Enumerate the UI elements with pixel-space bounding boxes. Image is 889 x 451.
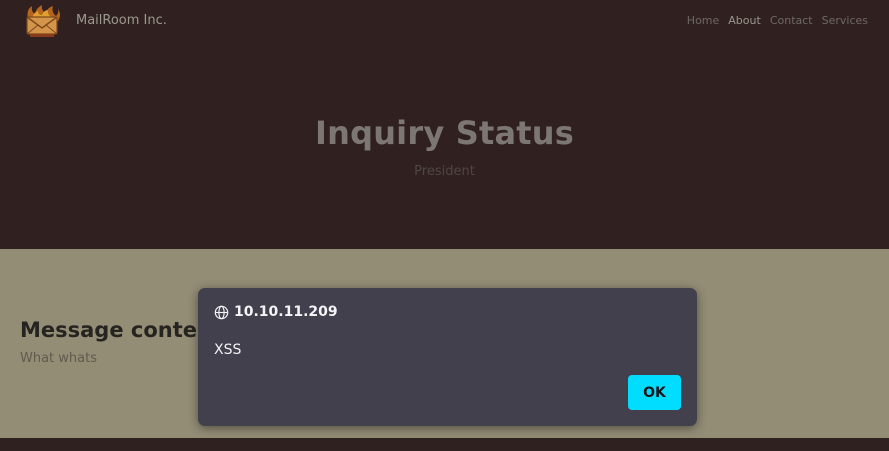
nav-menu: Home About Contact Services (687, 14, 868, 27)
message-contents-text: What whats (20, 351, 97, 366)
navbar: MailRoom Inc. Home About Contact Service… (0, 0, 889, 42)
page: MailRoom Inc. Home About Contact Service… (0, 0, 889, 451)
globe-icon (214, 305, 229, 319)
footer-strip (0, 438, 889, 451)
ok-button[interactable]: OK (628, 375, 681, 410)
hero-section: MailRoom Inc. Home About Contact Service… (0, 0, 889, 249)
nav-item-contact[interactable]: Contact (770, 14, 813, 27)
nav-item-about[interactable]: About (728, 14, 761, 27)
nav-item-services[interactable]: Services (822, 14, 868, 27)
alert-dialog: 10.10.11.209 XSS OK (198, 288, 697, 426)
mailroom-logo-icon[interactable] (22, 4, 62, 38)
nav-item-home[interactable]: Home (687, 14, 719, 27)
dialog-origin-text: 10.10.11.209 (234, 304, 338, 320)
dialog-message: XSS (214, 342, 242, 358)
dialog-origin: 10.10.11.209 (214, 304, 338, 320)
brand-name[interactable]: MailRoom Inc. (76, 13, 167, 28)
page-subtitle: President (414, 164, 475, 179)
page-title: Inquiry Status (315, 114, 574, 152)
